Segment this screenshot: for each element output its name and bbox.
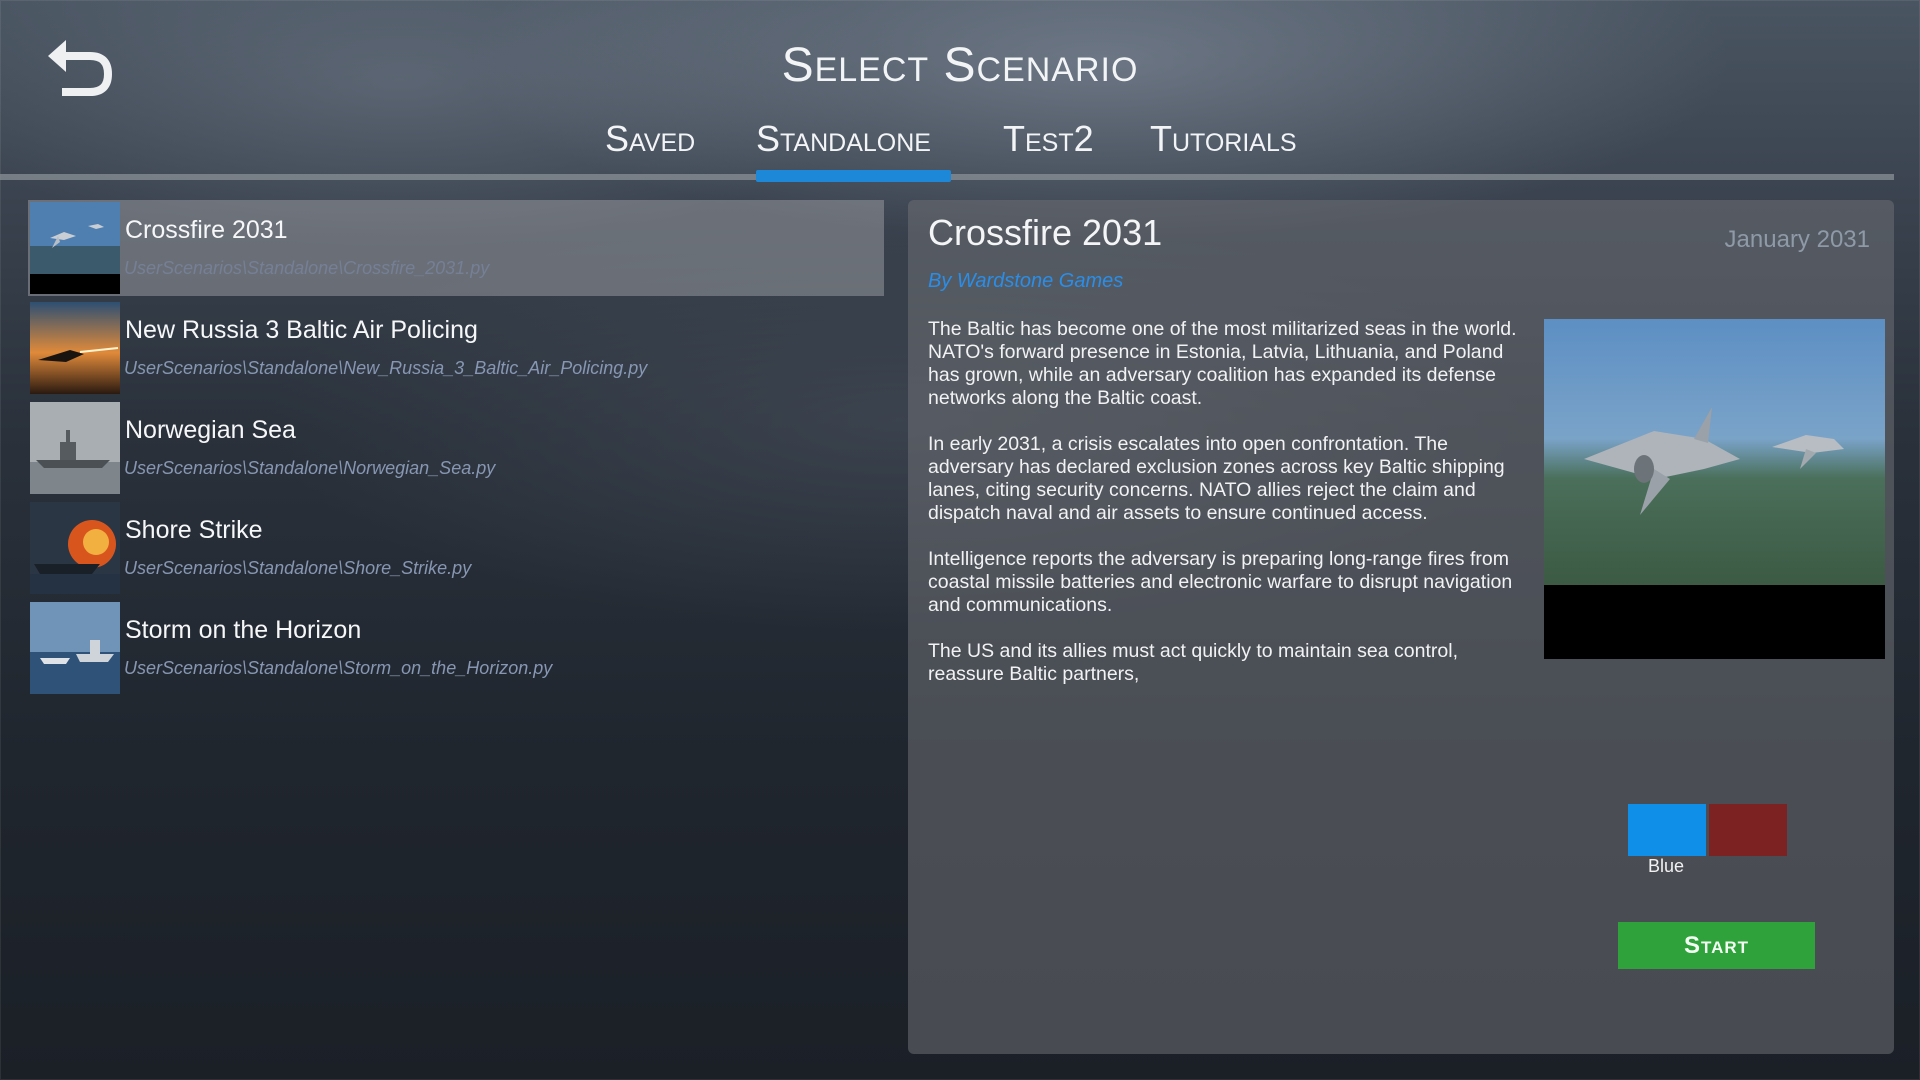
scenario-item-storm-on-the-horizon[interactable]: Storm on the Horizon UserScenarios\Stand… [28,600,884,696]
detail-description: The Baltic has become one of the most mi… [928,318,1518,709]
warship-fog-thumbnail [30,402,120,494]
jet-sunset-thumbnail [30,302,120,394]
tab-saved[interactable]: Saved [605,118,695,160]
scenario-name: Norwegian Sea [125,416,296,444]
side-blue-button[interactable] [1628,804,1706,856]
scenario-name: Shore Strike [125,516,263,544]
description-paragraph: In early 2031, a crisis escalates into o… [928,433,1505,524]
ship-explosion-thumbnail [30,502,120,594]
scenario-path: UserScenarios\Standalone\Crossfire_2031.… [124,258,490,278]
detail-date: January 2031 [1724,226,1870,253]
side-red-button[interactable] [1709,804,1787,856]
description-paragraph: Intelligence reports the adversary is pr… [928,548,1513,616]
scenario-item-norwegian-sea[interactable]: Norwegian Sea UserScenarios\Standalone\N… [28,400,884,496]
start-button[interactable]: Start [1618,922,1815,969]
scenario-path: UserScenarios\Standalone\Shore_Strike.py [124,558,472,578]
scenario-item-shore-strike[interactable]: Shore Strike UserScenarios\Standalone\Sh… [28,500,884,596]
scenario-detail-panel: Crossfire 2031 January 2031 By Wardstone… [908,200,1894,1054]
f35-jets-over-land-image [1544,319,1885,659]
fighter-jets-thumbnail [30,202,120,294]
page-title: Select Scenario [781,39,1139,92]
scenario-path: UserScenarios\Standalone\Storm_on_the_Ho… [124,658,553,678]
description-paragraph: The Baltic has become one of the most mi… [928,318,1517,409]
scenario-name: Crossfire 2031 [125,216,288,244]
tab-tutorials[interactable]: Tutorials [1150,118,1297,160]
scenario-path: UserScenarios\Standalone\New_Russia_3_Ba… [124,358,648,378]
scenario-list: Crossfire 2031 UserScenarios\Standalone\… [28,200,884,700]
description-paragraph: The US and its allies must act quickly t… [928,640,1458,685]
scenario-item-new-russia-3[interactable]: New Russia 3 Baltic Air Policing UserSce… [28,300,884,396]
active-tab-indicator [756,170,951,182]
selected-side-label: Blue [1648,856,1685,876]
tab-standalone[interactable]: Standalone [756,118,931,160]
naval-fleet-thumbnail [30,602,120,694]
scenario-path: UserScenarios\Standalone\Norwegian_Sea.p… [124,458,496,478]
scenario-name: Storm on the Horizon [125,616,362,644]
scenario-item-crossfire-2031[interactable]: Crossfire 2031 UserScenarios\Standalone\… [28,200,884,296]
detail-author: By Wardstone Games [928,270,1124,292]
scenario-name: New Russia 3 Baltic Air Policing [125,316,478,344]
tab-test2[interactable]: Test2 [1003,118,1094,160]
scenario-tabs: Saved Standalone Test2 Tutorials [0,118,1920,178]
detail-title: Crossfire 2031 [928,212,1163,253]
